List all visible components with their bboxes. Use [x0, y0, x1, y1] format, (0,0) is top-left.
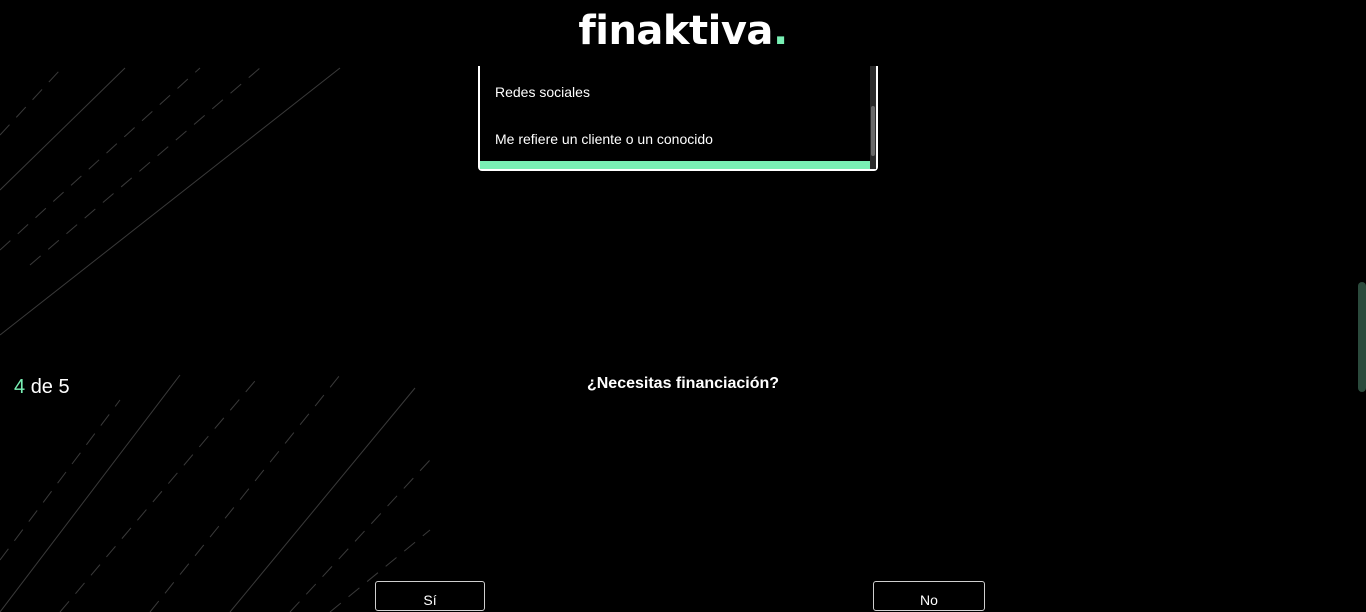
finaktiva-logo: finaktiva. — [0, 8, 1366, 54]
page-scrollbar-thumb[interactable] — [1358, 282, 1366, 392]
dropdown-option-redes-sociales[interactable]: Redes sociales — [495, 84, 590, 100]
logo-dot: . — [772, 8, 788, 54]
page-scrollbar[interactable] — [1358, 0, 1366, 612]
no-button[interactable]: No — [873, 581, 985, 611]
dropdown-scrollbar[interactable] — [870, 66, 876, 169]
dropdown-bottom-accent-bar — [480, 161, 872, 169]
page: finaktiva. Redes sociales Me refiere un … — [0, 0, 1366, 612]
yes-button[interactable]: Sí — [375, 581, 485, 611]
source-dropdown-list[interactable]: Redes sociales Me refiere un cliente o u… — [478, 66, 878, 171]
dropdown-option-referido[interactable]: Me refiere un cliente o un conocido — [495, 131, 713, 147]
logo-text: finaktiva — [578, 8, 773, 54]
question-title: ¿Necesitas financiación? — [586, 375, 780, 392]
dropdown-scrollbar-thumb[interactable] — [871, 106, 875, 156]
